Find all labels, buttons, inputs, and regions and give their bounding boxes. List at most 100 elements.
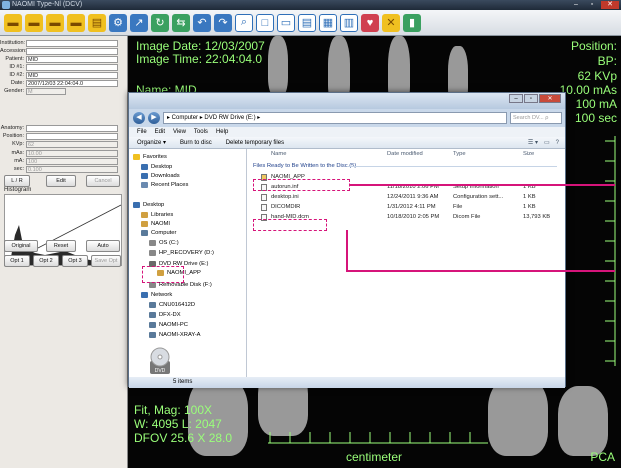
nav-net4[interactable]: NAOMI-XRAY-A bbox=[149, 331, 201, 339]
layout-2-icon[interactable]: ▭ bbox=[277, 13, 295, 32]
opt1-button[interactable]: Opt 1 bbox=[4, 255, 30, 267]
views-icon[interactable]: ☰ ▾ bbox=[528, 137, 538, 148]
burn-to-disc-button[interactable]: Burn to disc bbox=[180, 137, 212, 148]
auto-button[interactable]: Auto bbox=[86, 240, 120, 252]
gender-row: Gender: M bbox=[0, 87, 66, 95]
nav-network-label: Network bbox=[151, 292, 173, 298]
overlay-corner: PCA bbox=[590, 450, 615, 464]
column-type[interactable]: Type bbox=[453, 149, 466, 159]
nav-os-c[interactable]: OS (C:) bbox=[149, 239, 179, 247]
menu-view[interactable]: View bbox=[173, 127, 186, 137]
nav-network[interactable]: Network bbox=[141, 291, 172, 299]
redo-icon[interactable]: ↷ bbox=[214, 13, 232, 32]
menu-tools[interactable]: Tools bbox=[194, 127, 208, 137]
rotate-icon[interactable]: ↻ bbox=[151, 13, 169, 32]
settings-icon[interactable]: ⚙ bbox=[109, 13, 127, 32]
original-button[interactable]: Original bbox=[4, 240, 38, 252]
folder-icon[interactable]: ▬ bbox=[67, 13, 85, 32]
patient-field[interactable]: MID bbox=[26, 55, 118, 63]
nav-downloads[interactable]: Downloads bbox=[141, 172, 180, 180]
layout-3-icon[interactable]: ▤ bbox=[298, 13, 316, 32]
menu-help[interactable]: Help bbox=[216, 127, 228, 137]
maximize-button[interactable]: ▫ bbox=[585, 1, 599, 9]
minimize-button[interactable]: – bbox=[569, 1, 583, 9]
opt2-button[interactable]: Opt 2 bbox=[33, 255, 59, 267]
id1-label: ID #1: bbox=[9, 64, 24, 70]
date-row: Date: 2007/12/03 22:04:04.0 bbox=[0, 79, 118, 87]
nav-favorites-label: Favorites bbox=[143, 154, 167, 160]
folder-open-icon[interactable]: ▬ bbox=[25, 13, 43, 32]
file-group-header[interactable]: Files Ready to Be Written to the Disc (5… bbox=[253, 163, 356, 169]
menu-edit[interactable]: Edit bbox=[155, 127, 165, 137]
nav-libraries[interactable]: Libraries bbox=[141, 211, 173, 219]
id2-field[interactable]: MID bbox=[26, 71, 118, 79]
file-type: Dicom File bbox=[453, 214, 481, 220]
heart-icon[interactable]: ♥ bbox=[361, 13, 379, 32]
export-icon[interactable]: ↗ bbox=[130, 13, 148, 32]
folder-icon[interactable]: ▬ bbox=[4, 13, 22, 32]
nav-desktop[interactable]: Desktop bbox=[141, 163, 172, 171]
ma-label: mA: bbox=[14, 158, 24, 164]
date-field[interactable]: 2007/12/03 22:04:04.0 bbox=[26, 79, 118, 87]
anatomy-select[interactable] bbox=[26, 124, 118, 132]
zoom-icon[interactable]: ⌕ bbox=[235, 13, 253, 32]
nav-favorites[interactable]: Favorites bbox=[133, 153, 167, 161]
gender-select[interactable]: M bbox=[26, 87, 66, 95]
close-button[interactable]: ✕ bbox=[601, 1, 619, 9]
nav-net3[interactable]: NAOMI-PC bbox=[149, 321, 188, 329]
menu-file[interactable]: File bbox=[137, 127, 147, 137]
layout-1-icon[interactable]: □ bbox=[256, 13, 274, 32]
ma-field[interactable]: 100 bbox=[26, 157, 118, 165]
back-button[interactable]: ◀ bbox=[133, 112, 145, 124]
horizontal-ruler bbox=[268, 432, 488, 444]
forward-button[interactable]: ▶ bbox=[148, 112, 160, 124]
tools-icon[interactable]: ✕ bbox=[382, 13, 400, 32]
column-name[interactable]: Name bbox=[271, 149, 286, 159]
trash-icon[interactable]: ▮ bbox=[403, 13, 421, 32]
mas-row: mAs: 10.00 bbox=[0, 149, 118, 157]
sec-field[interactable]: 0.100 bbox=[26, 165, 118, 173]
folder-icon[interactable]: ▬ bbox=[46, 13, 64, 32]
nav-net2[interactable]: DFX-DX bbox=[149, 311, 181, 319]
institution-field[interactable] bbox=[26, 39, 118, 47]
undo-icon[interactable]: ↶ bbox=[193, 13, 211, 32]
nav-computer[interactable]: Computer bbox=[141, 229, 176, 237]
file-row[interactable]: DICOMDIR 1/31/2012 4:11 PM File 1 KB bbox=[247, 203, 565, 212]
address-bar[interactable]: ▸ Computer ▸ DVD RW Drive (E:) ▸ bbox=[163, 112, 507, 124]
column-date[interactable]: Date modified bbox=[387, 149, 423, 159]
cancel-button[interactable]: Cancel bbox=[86, 175, 120, 187]
accession-field[interactable] bbox=[26, 47, 118, 55]
finger-bone bbox=[268, 36, 288, 96]
help-icon[interactable]: ? bbox=[556, 137, 559, 148]
save-opt-button[interactable]: Save Opt bbox=[91, 255, 121, 267]
nav-net4-label: NAOMI-XRAY-A bbox=[159, 332, 201, 338]
window-controls: – ▫ ✕ bbox=[569, 1, 619, 9]
edit-button[interactable]: Edit bbox=[46, 175, 76, 187]
column-size[interactable]: Size bbox=[523, 149, 534, 159]
lr-button[interactable]: L / R bbox=[4, 175, 30, 187]
document-icon[interactable]: ▤ bbox=[88, 13, 106, 32]
layout-5-icon[interactable]: ▥ bbox=[340, 13, 358, 32]
delete-temp-files-button[interactable]: Delete temporary files bbox=[226, 137, 284, 148]
nav-net1[interactable]: CNU016412D bbox=[149, 301, 195, 309]
nav-hp-recovery[interactable]: HP_RECOVERY (D:) bbox=[149, 249, 214, 257]
preview-pane-icon[interactable]: ▭ bbox=[544, 137, 550, 148]
mas-field[interactable]: 10.00 bbox=[26, 149, 118, 157]
explorer-maximize-button[interactable]: ▫ bbox=[524, 94, 538, 103]
group-divider bbox=[347, 166, 557, 167]
nav-recent[interactable]: Recent Places bbox=[141, 181, 188, 189]
flip-icon[interactable]: ⇆ bbox=[172, 13, 190, 32]
id1-field[interactable] bbox=[26, 63, 118, 71]
explorer-close-button[interactable]: ✕ bbox=[539, 94, 561, 103]
reset-button[interactable]: Reset bbox=[46, 240, 76, 252]
file-row[interactable]: desktop.ini 12/24/2011 9:36 AM Configura… bbox=[247, 193, 565, 202]
nav-naomi[interactable]: NAOMI bbox=[141, 220, 170, 228]
nav-desktop-root[interactable]: Desktop bbox=[133, 201, 164, 209]
opt3-button[interactable]: Opt 3 bbox=[62, 255, 88, 267]
position-select[interactable] bbox=[26, 132, 118, 140]
explorer-minimize-button[interactable]: – bbox=[509, 94, 523, 103]
organize-button[interactable]: Organize ▾ bbox=[137, 137, 166, 148]
search-input[interactable]: Search DV... ρ bbox=[510, 112, 562, 124]
layout-4-icon[interactable]: ▦ bbox=[319, 13, 337, 32]
kvp-field[interactable]: 62 bbox=[26, 140, 118, 148]
